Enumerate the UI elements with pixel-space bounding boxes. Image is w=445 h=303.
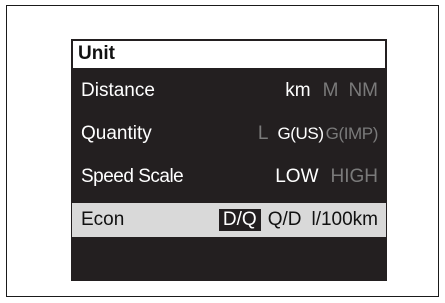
econ-option-qd[interactable]: Q/D	[268, 209, 302, 231]
distance-options: km M NM	[285, 80, 378, 102]
econ-label: Econ	[81, 209, 125, 230]
distance-option-km[interactable]: km	[285, 80, 310, 102]
speed-scale-options: LOW HIGH	[275, 166, 378, 188]
panel-title: Unit	[78, 43, 115, 64]
quantity-label: Quantity	[81, 123, 152, 144]
speed-scale-option-high[interactable]: HIGH	[331, 166, 379, 188]
speed-scale-row[interactable]: Speed Scale LOW HIGH	[72, 160, 386, 194]
econ-options: D/Q Q/D l/100km	[218, 209, 378, 231]
econ-option-l100km[interactable]: l/100km	[311, 209, 378, 231]
panel-title-bar: Unit	[73, 41, 385, 68]
quantity-row[interactable]: Quantity L G(US) G(IMP)	[72, 117, 386, 151]
quantity-option-gus[interactable]: G(US)	[277, 124, 324, 144]
econ-row[interactable]: Econ D/Q Q/D l/100km	[72, 203, 386, 237]
quantity-option-l[interactable]: L	[258, 123, 269, 145]
distance-label: Distance	[81, 80, 155, 101]
figure-frame: Unit Distance km M NM Quantity L G(US) G…	[6, 5, 439, 297]
unit-settings-panel: Unit Distance km M NM Quantity L G(US) G…	[71, 39, 387, 281]
speed-scale-option-low[interactable]: LOW	[275, 166, 318, 188]
speed-scale-label: Speed Scale	[81, 166, 184, 187]
distance-option-nm[interactable]: NM	[348, 80, 378, 102]
quantity-option-gimp[interactable]: G(IMP)	[326, 124, 379, 144]
distance-option-m[interactable]: M	[323, 80, 339, 102]
distance-row[interactable]: Distance km M NM	[72, 74, 386, 108]
quantity-options: L G(US) G(IMP)	[258, 123, 379, 145]
econ-option-dq[interactable]: D/Q	[218, 209, 261, 231]
